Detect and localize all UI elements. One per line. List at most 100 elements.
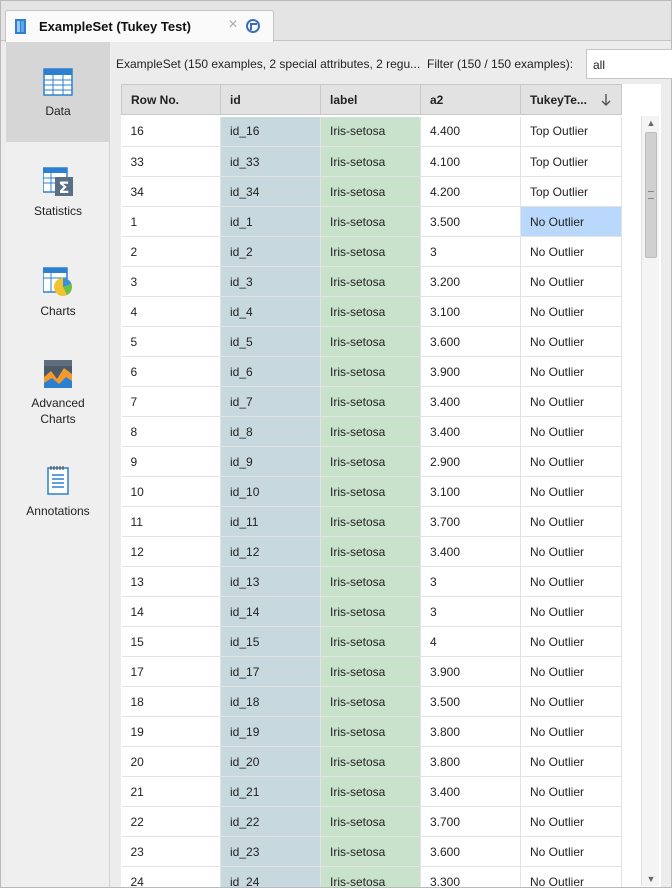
cell-id[interactable]: id_13 xyxy=(220,566,321,597)
table-row[interactable]: 13 id_13 Iris-setosa 3 No Outlier xyxy=(121,566,622,597)
cell-label[interactable]: Iris-setosa xyxy=(320,626,421,657)
cell-tukey[interactable]: No Outlier xyxy=(520,296,622,327)
cell-label[interactable]: Iris-setosa xyxy=(320,206,421,237)
cell-id[interactable]: id_5 xyxy=(220,326,321,357)
table-row[interactable]: 2 id_2 Iris-setosa 3 No Outlier xyxy=(121,236,622,267)
cell-id[interactable]: id_8 xyxy=(220,416,321,447)
cell-label[interactable]: Iris-setosa xyxy=(320,266,421,297)
nav-item-statistics[interactable]: Σ Statistics xyxy=(6,142,110,242)
cell-id[interactable]: id_16 xyxy=(220,116,321,147)
cell-id[interactable]: id_22 xyxy=(220,806,321,837)
cell-id[interactable]: id_3 xyxy=(220,266,321,297)
nav-item-annotations[interactable]: Annotations xyxy=(6,442,110,542)
column-header-tukey[interactable]: TukeyTe... xyxy=(520,84,622,115)
cell-a2[interactable]: 3 xyxy=(420,236,521,267)
table-row[interactable]: 1 id_1 Iris-setosa 3.500 No Outlier xyxy=(121,206,622,237)
table-row[interactable]: 6 id_6 Iris-setosa 3.900 No Outlier xyxy=(121,356,622,387)
table-row[interactable]: 20 id_20 Iris-setosa 3.800 No Outlier xyxy=(121,746,622,777)
cell-id[interactable]: id_12 xyxy=(220,536,321,567)
table-row[interactable]: 17 id_17 Iris-setosa 3.900 No Outlier xyxy=(121,656,622,687)
cell-a2[interactable]: 3.700 xyxy=(420,806,521,837)
cell-a2[interactable]: 4.100 xyxy=(420,146,521,177)
cell-tukey[interactable]: Top Outlier xyxy=(520,146,622,177)
cell-tukey[interactable]: No Outlier xyxy=(520,746,622,777)
cell-tukey[interactable]: No Outlier xyxy=(520,506,622,537)
cell-label[interactable]: Iris-setosa xyxy=(320,686,421,717)
table-row[interactable]: 23 id_23 Iris-setosa 3.600 No Outlier xyxy=(121,836,622,867)
cell-id[interactable]: id_2 xyxy=(220,236,321,267)
cell-tukey[interactable]: No Outlier xyxy=(520,266,622,297)
cell-row-no[interactable]: 14 xyxy=(121,596,221,627)
cell-label[interactable]: Iris-setosa xyxy=(320,446,421,477)
cell-tukey[interactable]: No Outlier xyxy=(520,776,622,807)
cell-a2[interactable]: 3.900 xyxy=(420,356,521,387)
cell-row-no[interactable]: 15 xyxy=(121,626,221,657)
cell-label[interactable]: Iris-setosa xyxy=(320,326,421,357)
cell-tukey[interactable]: No Outlier xyxy=(520,686,622,717)
cell-a2[interactable]: 4.400 xyxy=(420,116,521,147)
cell-a2[interactable]: 3 xyxy=(420,596,521,627)
cell-row-no[interactable]: 23 xyxy=(121,836,221,867)
table-row[interactable]: 24 id_24 Iris-setosa 3.300 No Outlier xyxy=(121,866,622,887)
cell-a2[interactable]: 4.200 xyxy=(420,176,521,207)
cell-tukey[interactable]: No Outlier xyxy=(520,356,622,387)
cell-row-no[interactable]: 22 xyxy=(121,806,221,837)
table-row[interactable]: 9 id_9 Iris-setosa 2.900 No Outlier xyxy=(121,446,622,477)
cell-id[interactable]: id_4 xyxy=(220,296,321,327)
cell-row-no[interactable]: 24 xyxy=(121,866,221,887)
nav-item-advanced-charts[interactable]: Advanced Charts xyxy=(6,342,110,442)
cell-row-no[interactable]: 16 xyxy=(121,116,221,147)
scroll-thumb[interactable] xyxy=(645,132,657,258)
cell-id[interactable]: id_23 xyxy=(220,836,321,867)
cell-row-no[interactable]: 9 xyxy=(121,446,221,477)
cell-a2[interactable]: 4 xyxy=(420,626,521,657)
cell-a2[interactable]: 3.100 xyxy=(420,296,521,327)
cell-label[interactable]: Iris-setosa xyxy=(320,116,421,147)
cell-tukey[interactable]: No Outlier xyxy=(520,206,622,237)
table-row[interactable]: 3 id_3 Iris-setosa 3.200 No Outlier xyxy=(121,266,622,297)
cell-tukey[interactable]: No Outlier xyxy=(520,326,622,357)
cell-label[interactable]: Iris-setosa xyxy=(320,746,421,777)
filter-select[interactable]: all xyxy=(586,49,672,79)
cell-a2[interactable]: 3.400 xyxy=(420,386,521,417)
tab-exampleset[interactable]: ExampleSet (Tukey Test) × xyxy=(5,10,274,42)
table-row[interactable]: 34 id_34 Iris-setosa 4.200 Top Outlier xyxy=(121,176,622,207)
table-row[interactable]: 33 id_33 Iris-setosa 4.100 Top Outlier xyxy=(121,146,622,177)
column-header-label[interactable]: label xyxy=(320,84,421,115)
cell-a2[interactable]: 3.700 xyxy=(420,506,521,537)
cell-row-no[interactable]: 6 xyxy=(121,356,221,387)
cell-id[interactable]: id_18 xyxy=(220,686,321,717)
scroll-up-icon[interactable]: ▲ xyxy=(642,116,660,130)
cell-id[interactable]: id_33 xyxy=(220,146,321,177)
cell-label[interactable]: Iris-setosa xyxy=(320,866,421,887)
cell-a2[interactable]: 3.600 xyxy=(420,326,521,357)
close-icon[interactable]: × xyxy=(225,16,241,34)
table-row[interactable]: 4 id_4 Iris-setosa 3.100 No Outlier xyxy=(121,296,622,327)
nav-item-data[interactable]: Data xyxy=(6,42,110,142)
table-row[interactable]: 11 id_11 Iris-setosa 3.700 No Outlier xyxy=(121,506,622,537)
cell-label[interactable]: Iris-setosa xyxy=(320,296,421,327)
column-header-row-no[interactable]: Row No. xyxy=(121,84,221,115)
cell-row-no[interactable]: 17 xyxy=(121,656,221,687)
cell-tukey[interactable]: No Outlier xyxy=(520,866,622,887)
cell-row-no[interactable]: 21 xyxy=(121,776,221,807)
cell-row-no[interactable]: 10 xyxy=(121,476,221,507)
cell-label[interactable]: Iris-setosa xyxy=(320,566,421,597)
table-row[interactable]: 10 id_10 Iris-setosa 3.100 No Outlier xyxy=(121,476,622,507)
vertical-scrollbar[interactable]: ▲ ▼ xyxy=(641,116,659,886)
cell-a2[interactable]: 3.800 xyxy=(420,746,521,777)
cell-label[interactable]: Iris-setosa xyxy=(320,806,421,837)
table-row[interactable]: 18 id_18 Iris-setosa 3.500 No Outlier xyxy=(121,686,622,717)
cell-id[interactable]: id_20 xyxy=(220,746,321,777)
cell-id[interactable]: id_17 xyxy=(220,656,321,687)
cell-tukey[interactable]: No Outlier xyxy=(520,476,622,507)
cell-label[interactable]: Iris-setosa xyxy=(320,776,421,807)
cell-row-no[interactable]: 33 xyxy=(121,146,221,177)
table-row[interactable]: 7 id_7 Iris-setosa 3.400 No Outlier xyxy=(121,386,622,417)
cell-row-no[interactable]: 3 xyxy=(121,266,221,297)
cell-row-no[interactable]: 34 xyxy=(121,176,221,207)
table-row[interactable]: 14 id_14 Iris-setosa 3 No Outlier xyxy=(121,596,622,627)
cell-tukey[interactable]: Top Outlier xyxy=(520,116,622,147)
cell-label[interactable]: Iris-setosa xyxy=(320,536,421,567)
table-row[interactable]: 22 id_22 Iris-setosa 3.700 No Outlier xyxy=(121,806,622,837)
